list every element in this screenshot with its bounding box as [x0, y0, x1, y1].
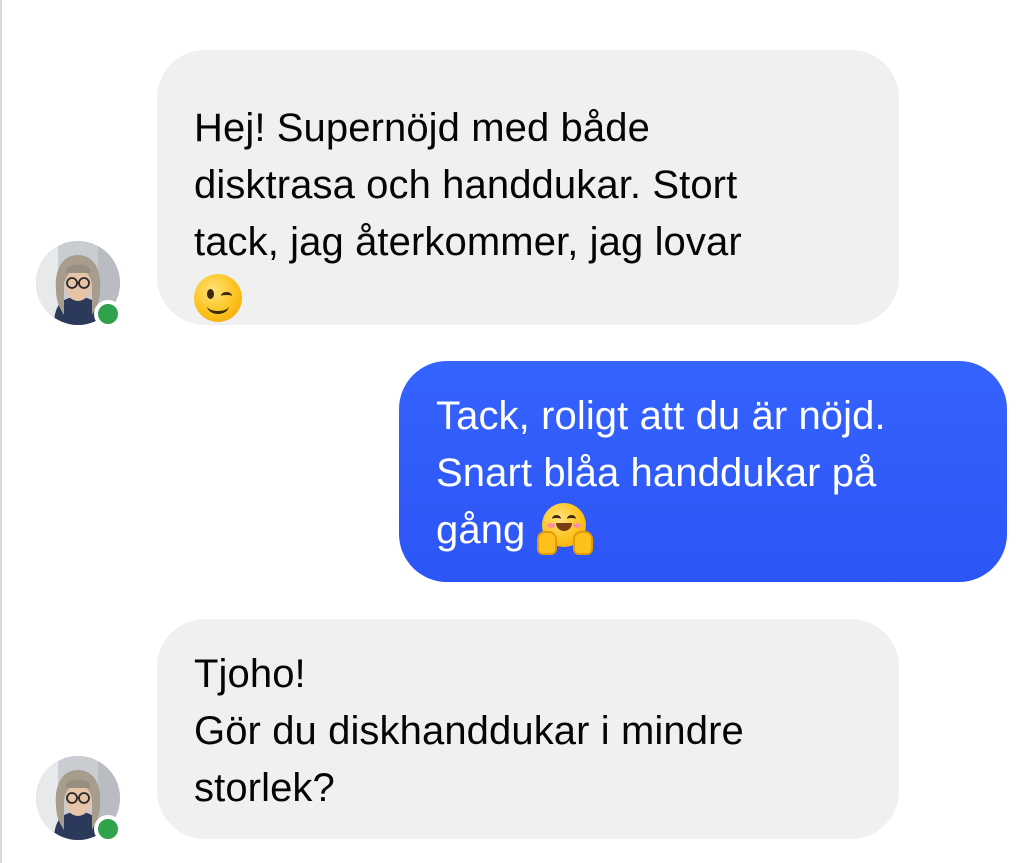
message-text-line: tack, jag återkommer, jag lovar: [194, 220, 742, 264]
incoming-message-bubble[interactable]: Tjoho! Gör du diskhanddukar i mindre sto…: [157, 619, 899, 839]
message-emoji-line: [194, 271, 899, 328]
message-text-line: Gör du diskhanddukar i mindre: [194, 709, 744, 753]
online-status-indicator: [94, 300, 122, 328]
left-divider: [0, 0, 2, 863]
message-text-line: Tack, roligt att du är nöjd.: [436, 394, 886, 438]
message-text-fragment: gång: [436, 508, 526, 552]
outgoing-message-bubble[interactable]: Tack, roligt att du är nöjd. Snart blåa …: [399, 361, 1007, 582]
message-text-line: Tjoho!: [194, 652, 306, 696]
message-text-line: Hej! Supernöjd med både: [194, 106, 650, 150]
winking-face-icon: [194, 274, 242, 323]
message-text-line: disktrasa och handdukar. Stort: [194, 163, 738, 207]
message-text-line: gång: [436, 502, 1007, 559]
hugging-face-icon: [536, 503, 593, 556]
online-status-indicator: [94, 815, 122, 843]
message-text-line: storlek?: [194, 766, 335, 810]
incoming-message-bubble[interactable]: Hej! Supernöjd med både disktrasa och ha…: [157, 50, 899, 325]
message-text-line: Snart blåa handdukar på: [436, 451, 877, 495]
